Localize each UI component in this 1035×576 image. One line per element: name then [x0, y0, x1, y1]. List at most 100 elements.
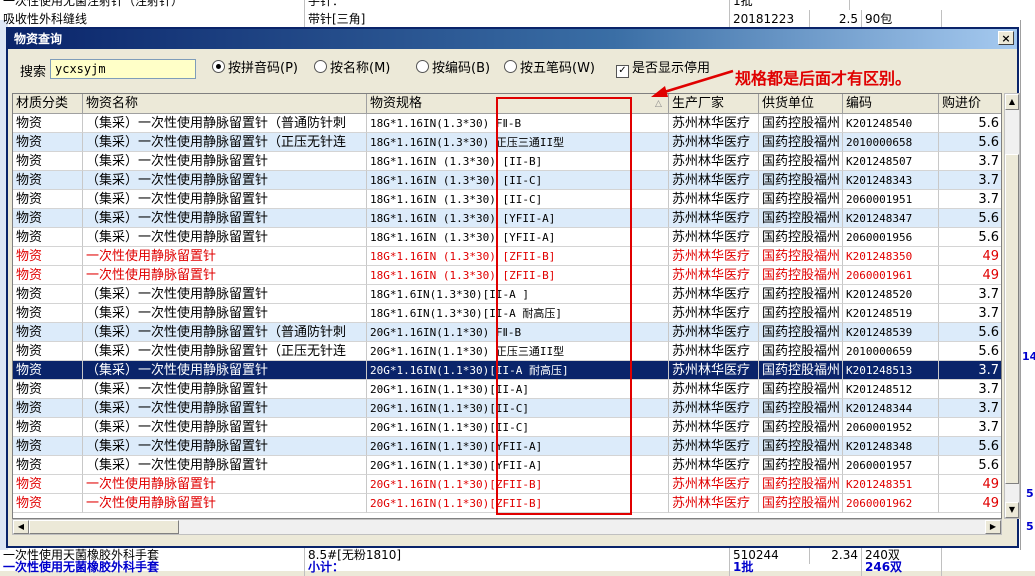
cell-maker: 苏州林华医疗	[669, 456, 759, 475]
table-row[interactable]: 物资 （集采）一次性使用静脉留置针 18G*1.16IN (1.3*30) [YFI…	[13, 228, 1001, 247]
column-header[interactable]: 供货单位	[759, 94, 843, 114]
column-header[interactable]: 购进价	[939, 94, 1001, 114]
cell-maker: 苏州林华医疗	[669, 323, 759, 342]
cell-price: 3.7	[939, 152, 1001, 171]
grid-header: 材质分类 物资名称 物资规格 △ 生产厂家 供货单位 编码 购进价	[13, 94, 1001, 114]
show-disabled-checkbox[interactable]: ✓ 是否显示停用	[616, 60, 710, 78]
column-header[interactable]: 生产厂家	[669, 94, 759, 114]
table-row[interactable]: 物资 （集采）一次性使用静脉留置针 20G*1.16IN(1.1*30)[II-A]…	[13, 380, 1001, 399]
dialog-titlebar[interactable]: 物资查询 ×	[8, 29, 1017, 49]
table-row[interactable]: 物资 一次性使用静脉留置针 20G*1.16IN(1.1*30)[ZFII-B] 苏州…	[13, 475, 1001, 494]
cell-code: K201248344	[843, 399, 939, 418]
cell-maker: 苏州林华医疗	[669, 342, 759, 361]
background-cell: 1批	[730, 558, 862, 576]
cell-cat: 物资	[13, 456, 83, 475]
option-pinyin[interactable]: 按拼音码(P)	[212, 60, 298, 78]
column-header[interactable]: 编码	[843, 94, 939, 114]
table-row[interactable]: 物资 （集采）一次性使用静脉留置针 20G*1.16IN(1.1*30)[II-A …	[13, 361, 1001, 380]
cell-supplier: 国药控股福州	[759, 114, 843, 133]
cell-name: （集采）一次性使用静脉留置针	[83, 456, 367, 475]
background-row[interactable]: 吸收性外科缝线 带针[三角] 20181223 2.5 90包	[0, 10, 1020, 28]
column-header[interactable]: 物资规格	[367, 94, 669, 114]
cell-price: 49	[939, 266, 1001, 285]
cell-price: 3.7	[939, 171, 1001, 190]
cell-maker: 苏州林华医疗	[669, 228, 759, 247]
cell-cat: 物资	[13, 380, 83, 399]
table-row[interactable]: 物资 （集采）一次性使用静脉留置针 20G*1.16IN(1.1*30)[YFII-…	[13, 437, 1001, 456]
cell-name: （集采）一次性使用静脉留置针	[83, 304, 367, 323]
cell-spec: 20G*1.16IN(1.1*30)[II-C]	[367, 418, 669, 437]
background-subtotal-row[interactable]: 一次性使用无菌橡胶外科手套 小计： 1批 246双	[0, 558, 1020, 576]
cell-supplier: 国药控股福州	[759, 361, 843, 380]
cell-maker: 苏州林华医疗	[669, 190, 759, 209]
column-header[interactable]: 物资名称	[83, 94, 367, 114]
table-row[interactable]: 物资 （集采）一次性使用静脉留置针（普通防针刺 18G*1.16IN(1.3*30)…	[13, 114, 1001, 133]
table-row[interactable]: 物资 （集采）一次性使用静脉留置针 20G*1.16IN(1.1*30)[II-C]…	[13, 399, 1001, 418]
checkbox-checked-icon[interactable]: ✓	[616, 65, 629, 78]
cell-name: 一次性使用静脉留置针	[83, 494, 367, 513]
dialog-title: 物资查询	[14, 32, 63, 46]
scroll-left-icon[interactable]: ◀	[13, 520, 29, 534]
close-button[interactable]: ×	[998, 31, 1014, 45]
scroll-down-icon[interactable]: ▼	[1005, 502, 1019, 518]
cell-maker: 苏州林华医疗	[669, 171, 759, 190]
option-code[interactable]: 按编码(B)	[416, 60, 490, 78]
cell-maker: 苏州林华医疗	[669, 399, 759, 418]
checkbox-label: 是否显示停用	[632, 61, 711, 76]
cell-cat: 物资	[13, 437, 83, 456]
cell-spec: 20G*1.16IN(1.1*30)[II-C]	[367, 399, 669, 418]
option-name[interactable]: 按名称(M)	[314, 60, 390, 78]
table-row[interactable]: 物资 （集采）一次性使用静脉留置针 18G*1.16IN (1.3*30) [YFI…	[13, 209, 1001, 228]
cell-name: （集采）一次性使用静脉留置针	[83, 209, 367, 228]
cell-name: （集采）一次性使用静脉留置针	[83, 380, 367, 399]
cell-cat: 物资	[13, 361, 83, 380]
cell-price: 5.6	[939, 323, 1001, 342]
table-row[interactable]: 物资 （集采）一次性使用静脉留置针（正压无针连 20G*1.16IN(1.1*30)…	[13, 342, 1001, 361]
table-row[interactable]: 物资 （集采）一次性使用静脉留置针（普通防针刺 20G*1.16IN(1.1*30)…	[13, 323, 1001, 342]
table-row[interactable]: 物资 （集采）一次性使用静脉留置针 18G*1.16IN (1.3*30) [II-…	[13, 152, 1001, 171]
cell-price: 5.6	[939, 437, 1001, 456]
table-row[interactable]: 物资 （集采）一次性使用静脉留置针 18G*1.16IN (1.3*30) [II-…	[13, 190, 1001, 209]
radio-icon[interactable]	[416, 60, 429, 73]
background-row[interactable]: 一次性使用无菌注射针（注射针） 手针： 1批	[0, 0, 1020, 10]
cell-name: （集采）一次性使用静脉留置针	[83, 228, 367, 247]
table-row[interactable]: 物资 一次性使用静脉留置针 18G*1.16IN (1.3*30) [ZFII-B]…	[13, 247, 1001, 266]
cell-cat: 物资	[13, 114, 83, 133]
scroll-up-icon[interactable]: ▲	[1005, 94, 1019, 110]
cell-spec: 18G*1.16IN (1.3*30) [II-C]	[367, 190, 669, 209]
cell-name: （集采）一次性使用静脉留置针（正压无针连	[83, 133, 367, 152]
table-row[interactable]: 物资 一次性使用静脉留置针 18G*1.16IN (1.3*30) [ZFII-B]…	[13, 266, 1001, 285]
table-row[interactable]: 物资 （集采）一次性使用静脉留置针 18G*1.6IN(1.3*30)[II-A ]…	[13, 285, 1001, 304]
radio-selected-icon[interactable]	[212, 60, 225, 73]
table-row[interactable]: 物资 （集采）一次性使用静脉留置针 20G*1.16IN(1.1*30)[YFII-…	[13, 456, 1001, 475]
cell-name: （集采）一次性使用静脉留置针（普通防针刺	[83, 323, 367, 342]
cell-code: K201248512	[843, 380, 939, 399]
cell-price: 3.7	[939, 285, 1001, 304]
horizontal-scrollbar[interactable]: ◀ ▶	[12, 519, 1002, 535]
table-row[interactable]: 物资 （集采）一次性使用静脉留置针（正压无针连 18G*1.16IN(1.3*30)…	[13, 133, 1001, 152]
cell-code: 2060001952	[843, 418, 939, 437]
table-row[interactable]: 物资 一次性使用静脉留置针 20G*1.16IN(1.1*30)[ZFII-B] 苏州…	[13, 494, 1001, 513]
vertical-scrollbar[interactable]: ▲ ▼	[1004, 93, 1020, 519]
radio-icon[interactable]	[504, 60, 517, 73]
cell-spec: 18G*1.16IN (1.3*30) [YFII-A]	[367, 228, 669, 247]
cell-supplier: 国药控股福州	[759, 437, 843, 456]
cell-maker: 苏州林华医疗	[669, 247, 759, 266]
scroll-right-icon[interactable]: ▶	[985, 520, 1001, 534]
table-row[interactable]: 物资 （集采）一次性使用静脉留置针 18G*1.16IN (1.3*30) [II-…	[13, 171, 1001, 190]
cell-cat: 物资	[13, 494, 83, 513]
cell-name: （集采）一次性使用静脉留置针	[83, 399, 367, 418]
table-row[interactable]: 物资 （集采）一次性使用静脉留置针 18G*1.6IN(1.3*30)[II-A 耐…	[13, 304, 1001, 323]
cell-code: 2060001957	[843, 456, 939, 475]
option-wubi[interactable]: 按五笔码(W)	[504, 60, 595, 78]
scroll-thumb[interactable]	[1005, 154, 1019, 484]
cell-cat: 物资	[13, 475, 83, 494]
cell-supplier: 国药控股福州	[759, 342, 843, 361]
cell-spec: 20G*1.16IN(1.1*30) FⅡ-B	[367, 323, 669, 342]
column-header[interactable]: 材质分类	[13, 94, 83, 114]
background-cell: 一次性使用无菌注射针（注射针）	[0, 0, 305, 10]
scroll-thumb[interactable]	[29, 520, 179, 534]
radio-icon[interactable]	[314, 60, 327, 73]
table-row[interactable]: 物资 （集采）一次性使用静脉留置针 20G*1.16IN(1.1*30)[II-C]…	[13, 418, 1001, 437]
search-input[interactable]: ycxsyjm	[50, 59, 196, 79]
